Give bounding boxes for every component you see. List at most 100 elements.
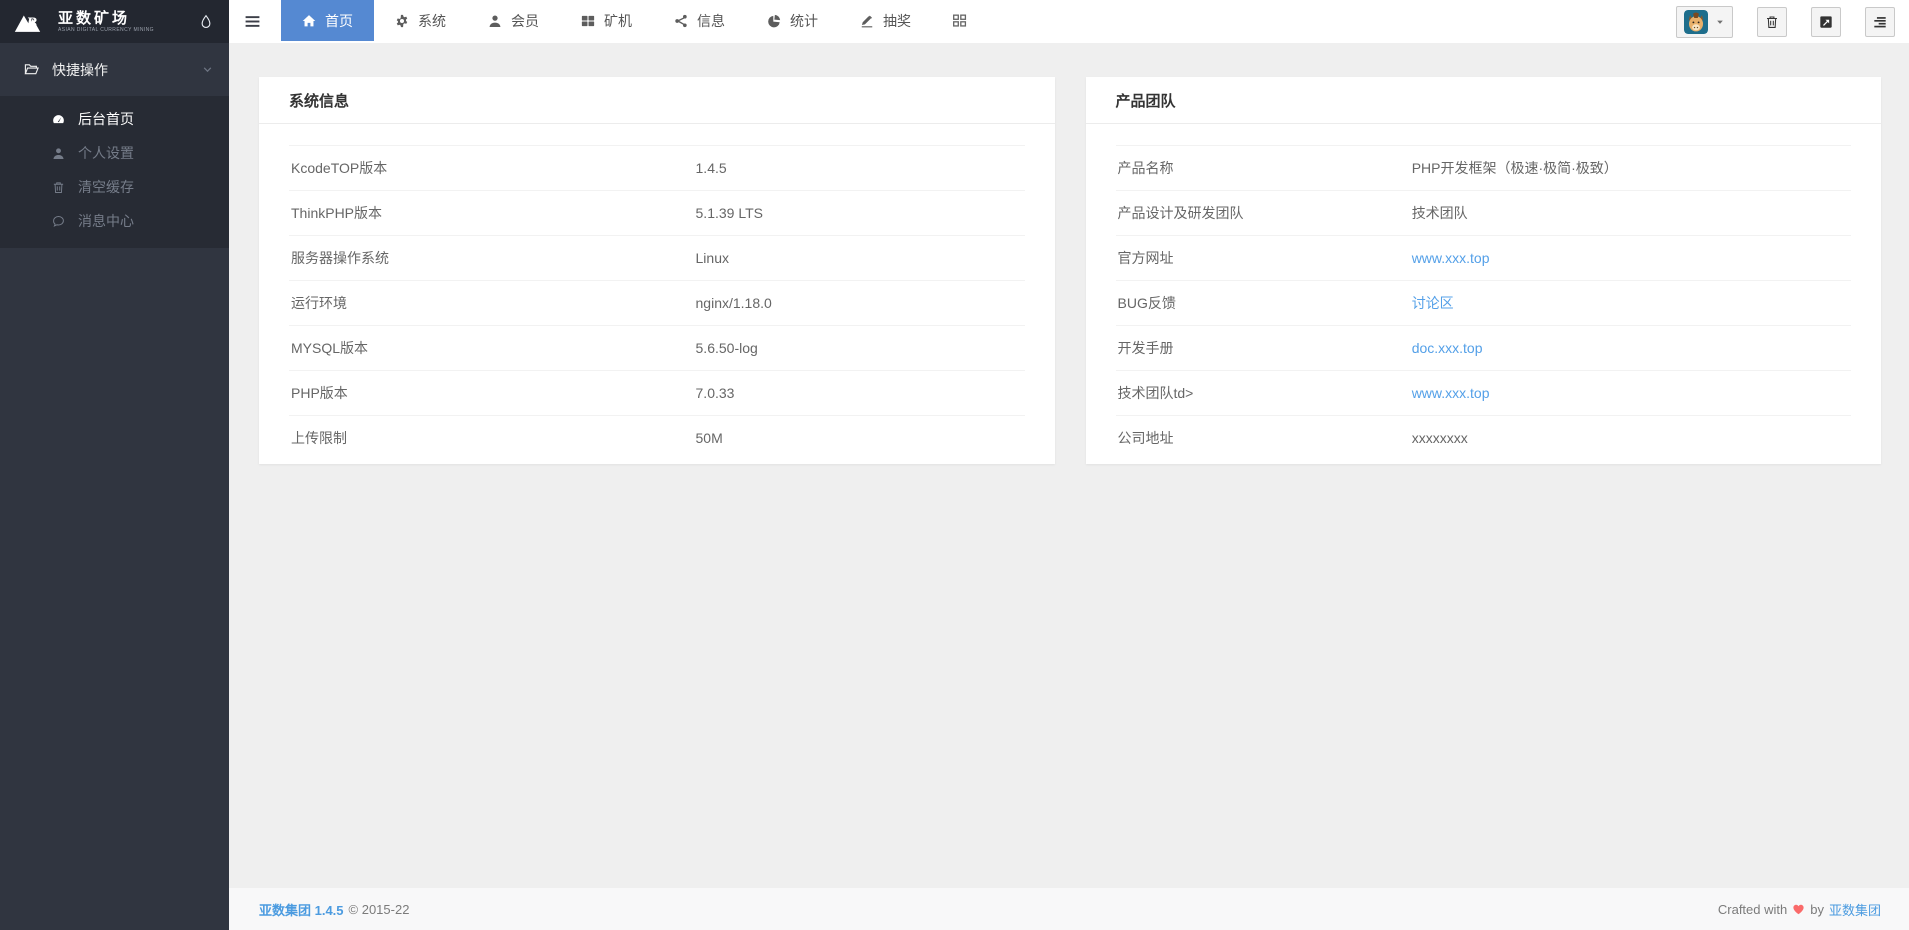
caret-down-icon bbox=[1715, 17, 1725, 27]
droplet-icon[interactable] bbox=[199, 14, 213, 30]
nav-tabs: 首页 系统 会员 矿机 bbox=[281, 0, 932, 41]
product-team-body: 产品名称 PHP开发框架（极速·极简·极致） 产品设计及研发团队 技术团队 bbox=[1086, 124, 1882, 464]
row-label: 技术团队td> bbox=[1116, 371, 1410, 416]
sidebar-item[interactable]: 消息中心 bbox=[0, 204, 229, 238]
apps-grid-icon[interactable] bbox=[932, 0, 987, 41]
brand-subtitle: ASIAN DIGITAL CURRENCY MINING bbox=[58, 28, 154, 33]
footer-company-link[interactable]: 亚数集团 bbox=[1829, 900, 1881, 919]
list-bars-icon bbox=[1873, 15, 1887, 29]
table-row: BUG反馈 讨论区 bbox=[1116, 281, 1852, 326]
sidebar-group-label: 快捷操作 bbox=[52, 60, 108, 80]
home-icon bbox=[302, 14, 316, 28]
navbar-right bbox=[1676, 0, 1909, 43]
nav-tab-label: 信息 bbox=[697, 11, 725, 31]
footer-copyright: © 2015-22 bbox=[349, 902, 410, 917]
brand-title: 亚数矿场 bbox=[58, 11, 154, 26]
row-value: 5.1.39 LTS bbox=[696, 205, 763, 221]
footer-by-text: by bbox=[1810, 902, 1824, 917]
log-button[interactable] bbox=[1865, 7, 1895, 37]
trash-icon bbox=[1765, 15, 1779, 29]
main-area: 首页 系统 会员 矿机 bbox=[229, 0, 1909, 930]
row-label: MYSQL版本 bbox=[289, 326, 694, 371]
row-label: 产品设计及研发团队 bbox=[1116, 191, 1410, 236]
nav-tab[interactable]: 统计 bbox=[746, 0, 839, 41]
table-row: KcodeTOP版本 1.4.5 bbox=[289, 146, 1025, 191]
logo-bar: B 亚数矿场 ASIAN DIGITAL CURRENCY MINING bbox=[0, 0, 229, 43]
system-info-table: KcodeTOP版本 1.4.5 ThinkPHP版本 5.1.39 LTS bbox=[289, 145, 1025, 461]
nav-tab[interactable]: 会员 bbox=[467, 0, 560, 41]
row-value: 5.6.50-log bbox=[696, 340, 758, 356]
content-area: 系统信息 KcodeTOP版本 1.4.5 bbox=[229, 43, 1909, 888]
nav-tab-label: 矿机 bbox=[604, 11, 632, 31]
row-label: KcodeTOP版本 bbox=[289, 146, 694, 191]
row-label: 运行环境 bbox=[289, 281, 694, 326]
clear-cache-button[interactable] bbox=[1757, 7, 1787, 37]
gear-icon bbox=[395, 14, 409, 28]
row-label: 开发手册 bbox=[1116, 326, 1410, 371]
nav-tab-label: 统计 bbox=[790, 11, 818, 31]
dashboard-icon bbox=[52, 113, 65, 126]
row-value: 技术团队 bbox=[1412, 205, 1468, 221]
table-row: 上传限制 50M bbox=[289, 416, 1025, 461]
row-label: ThinkPHP版本 bbox=[289, 191, 694, 236]
row-value[interactable]: www.xxx.top bbox=[1412, 250, 1490, 266]
horse-avatar bbox=[1684, 10, 1708, 34]
card-title-system-info: 系统信息 bbox=[259, 77, 1055, 124]
sidebar-group-quick-actions[interactable]: 快捷操作 bbox=[0, 43, 229, 96]
table-row: 运行环境 nginx/1.18.0 bbox=[289, 281, 1025, 326]
nav-tab-label: 系统 bbox=[418, 11, 446, 31]
row-value: 50M bbox=[696, 430, 723, 446]
footer-right: Crafted with by 亚数集团 bbox=[1718, 900, 1881, 919]
row-value: nginx/1.18.0 bbox=[696, 295, 772, 311]
edit-square-icon bbox=[1819, 15, 1833, 29]
table-row: 服务器操作系统 Linux bbox=[289, 236, 1025, 281]
nodes-icon bbox=[674, 14, 688, 28]
footer-left: 亚数集团 1.4.5 © 2015-22 bbox=[259, 900, 409, 919]
menu-icon[interactable] bbox=[229, 0, 275, 43]
table-row: 产品名称 PHP开发框架（极速·极简·极致） bbox=[1116, 146, 1852, 191]
nav-tab-label: 首页 bbox=[325, 11, 353, 31]
sidebar: B 亚数矿场 ASIAN DIGITAL CURRENCY MINING 快捷操… bbox=[0, 0, 229, 930]
nav-tab[interactable]: 矿机 bbox=[560, 0, 653, 41]
trash-icon bbox=[52, 181, 65, 194]
row-value: Linux bbox=[696, 250, 729, 266]
table-row: 公司地址 xxxxxxxx bbox=[1116, 416, 1852, 461]
nav-tab[interactable]: 系统 bbox=[374, 0, 467, 41]
footer-brand-link[interactable]: 亚数集团 1.4.5 bbox=[259, 900, 344, 919]
nav-tab-label: 会员 bbox=[511, 11, 539, 31]
heart-icon bbox=[1792, 903, 1805, 915]
svg-text:B: B bbox=[25, 13, 37, 32]
sidebar-item-label: 个人设置 bbox=[78, 143, 134, 163]
nav-tab-label: 抽奖 bbox=[883, 11, 911, 31]
mountain-logo-icon: B bbox=[14, 10, 50, 34]
row-label: 官方网址 bbox=[1116, 236, 1410, 281]
brand: 亚数矿场 ASIAN DIGITAL CURRENCY MINING bbox=[58, 11, 154, 33]
card-title-product-team: 产品团队 bbox=[1086, 77, 1882, 124]
nav-tab[interactable]: 信息 bbox=[653, 0, 746, 41]
row-value[interactable]: www.xxx.top bbox=[1412, 385, 1490, 401]
row-label: 产品名称 bbox=[1116, 146, 1410, 191]
system-info-card: 系统信息 KcodeTOP版本 1.4.5 bbox=[259, 77, 1055, 464]
pen-icon bbox=[860, 14, 874, 28]
table-row: 产品设计及研发团队 技术团队 bbox=[1116, 191, 1852, 236]
sidebar-item[interactable]: 后台首页 bbox=[0, 102, 229, 136]
top-navbar: 首页 系统 会员 矿机 bbox=[229, 0, 1909, 43]
row-label: 公司地址 bbox=[1116, 416, 1410, 461]
pie-chart-icon bbox=[767, 14, 781, 28]
edit-button[interactable] bbox=[1811, 7, 1841, 37]
row-label: BUG反馈 bbox=[1116, 281, 1410, 326]
user-avatar-dropdown[interactable] bbox=[1676, 6, 1733, 38]
sidebar-item[interactable]: 清空缓存 bbox=[0, 170, 229, 204]
sidebar-item[interactable]: 个人设置 bbox=[0, 136, 229, 170]
grid-icon bbox=[581, 14, 595, 28]
product-team-table: 产品名称 PHP开发框架（极速·极简·极致） 产品设计及研发团队 技术团队 bbox=[1116, 145, 1852, 461]
row-value: PHP开发框架（极速·极简·极致） bbox=[1412, 160, 1618, 176]
user-icon bbox=[488, 14, 502, 28]
nav-tab[interactable]: 抽奖 bbox=[839, 0, 932, 41]
table-row: MYSQL版本 5.6.50-log bbox=[289, 326, 1025, 371]
row-value[interactable]: doc.xxx.top bbox=[1412, 340, 1483, 356]
row-value[interactable]: 讨论区 bbox=[1412, 295, 1454, 311]
table-row: 开发手册 doc.xxx.top bbox=[1116, 326, 1852, 371]
table-row: 技术团队td> www.xxx.top bbox=[1116, 371, 1852, 416]
nav-tab[interactable]: 首页 bbox=[281, 0, 374, 41]
